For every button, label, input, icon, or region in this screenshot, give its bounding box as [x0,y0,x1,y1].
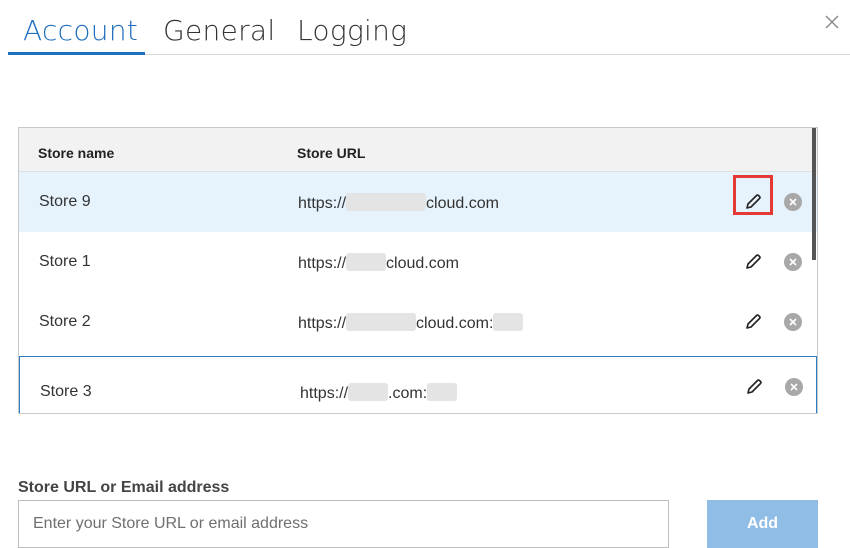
table-row[interactable]: Store 1 https:// cloud.com [19,232,817,292]
remove-circle-icon [790,383,798,391]
table-row[interactable]: Store 9 https:// cloud.com [19,172,817,232]
pencil-icon [746,254,761,269]
redacted-text [348,383,389,401]
remove-circle-icon [789,258,797,266]
store-name-cell: Store 2 [39,313,91,330]
table-header: Store name Store URL [19,128,817,172]
remove-circle-icon [789,318,797,326]
pencil-icon [746,314,761,329]
store-url-cell: https:// cloud.com [298,253,459,273]
table-row[interactable]: Store 3 https:// .com: [19,356,817,413]
store-url-input[interactable] [18,500,669,548]
redacted-text [346,313,417,331]
url-suffix: cloud.com [426,195,499,212]
store-url-cell: https:// cloud.com [298,193,499,213]
url-suffix: cloud.com: [416,315,494,332]
url-suffix: cloud.com [386,255,459,272]
tab-general[interactable]: General [163,14,275,47]
tab-bar: Account General Logging [0,0,850,56]
store-name-cell: Store 3 [40,383,92,400]
close-icon [825,15,839,29]
edit-store-button[interactable] [743,312,763,332]
url-suffix: .com: [388,385,428,402]
redacted-text [493,313,524,331]
store-url-label: Store URL or Email address [18,479,230,496]
url-prefix: https:// [300,385,349,402]
store-url-cell: https:// cloud.com: [298,313,524,333]
table-scrollbar[interactable] [812,128,816,260]
edit-store-button[interactable] [743,252,763,272]
edit-store-button[interactable] [744,377,764,397]
remove-store-button[interactable] [785,378,803,396]
store-url-cell: https:// .com: [300,383,458,403]
table-row[interactable]: Store 2 https:// cloud.com: [19,292,817,352]
store-name-cell: Store 1 [39,253,91,270]
remove-store-button[interactable] [784,313,802,331]
highlight-box [733,175,773,215]
remove-store-button[interactable] [784,193,802,211]
url-prefix: https:// [298,195,347,212]
url-prefix: https:// [298,255,347,272]
tab-account[interactable]: Account [23,14,138,47]
add-store-button[interactable]: Add [707,500,818,548]
pencil-icon [747,379,762,394]
active-tab-indicator [8,52,145,55]
tab-logging[interactable]: Logging [297,14,407,47]
remove-store-button[interactable] [784,253,802,271]
column-header-store-name: Store name [38,145,115,161]
url-prefix: https:// [298,315,347,332]
column-header-store-url: Store URL [297,145,366,161]
store-table: Store name Store URL Store 9 https:// clo… [18,127,818,414]
store-name-cell: Store 9 [39,193,91,210]
redacted-text [346,193,427,211]
redacted-text [346,253,387,271]
close-button[interactable] [822,12,842,32]
remove-circle-icon [789,198,797,206]
redacted-text [427,383,458,401]
